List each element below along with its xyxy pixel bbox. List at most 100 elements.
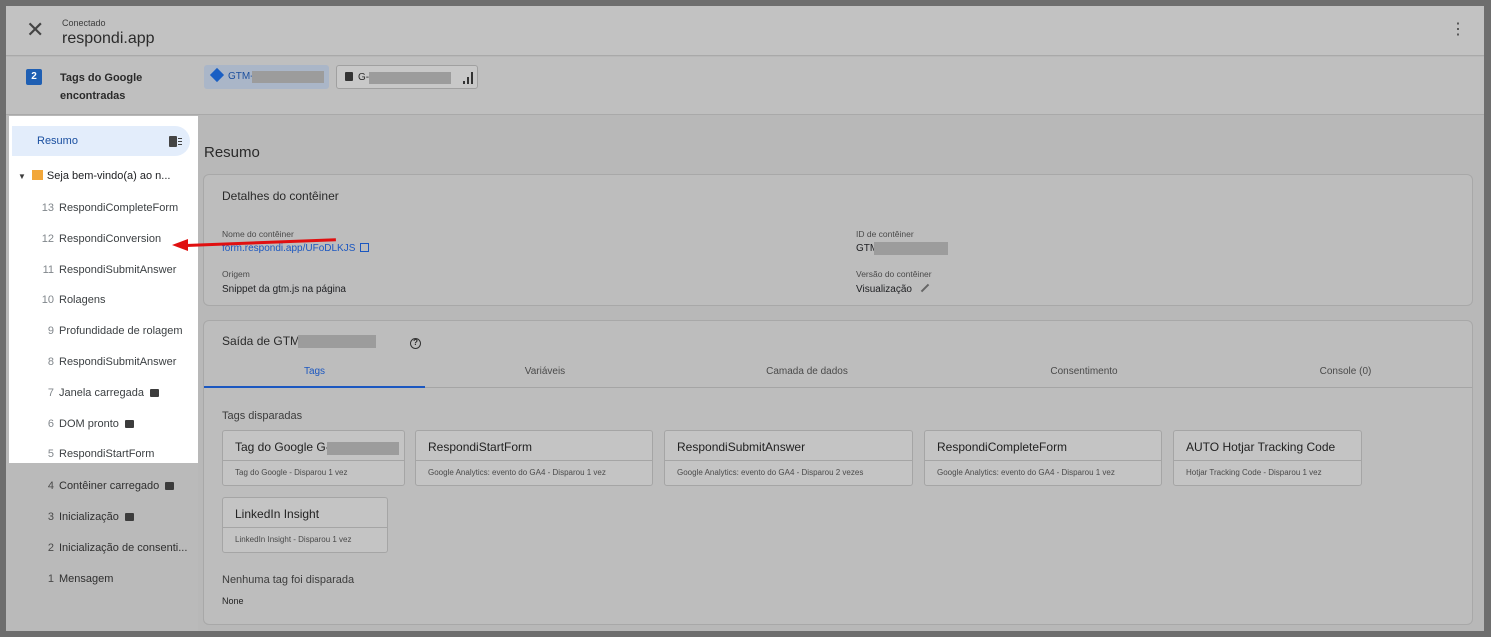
origin-label: Origem xyxy=(222,269,250,279)
sidebar-event-8[interactable]: 8 RespondiSubmitAnswer xyxy=(36,356,177,368)
tag-card-hotjar[interactable]: AUTO Hotjar Tracking Code Hotjar Trackin… xyxy=(1173,430,1362,486)
tag-subtitle: Hotjar Tracking Code - Disparou 1 vez xyxy=(1174,460,1361,484)
tag-subtitle: Tag do Google - Disparou 1 vez xyxy=(223,460,404,484)
redaction-bar xyxy=(874,242,948,255)
group-label: Seja bem-vindo(a) ao n... xyxy=(46,170,171,182)
tag-card-start-form[interactable]: RespondiStartForm Google Analytics: even… xyxy=(415,430,653,486)
event-label: DOM pronto xyxy=(59,418,119,430)
sidebar-event-10[interactable]: 10 Rolagens xyxy=(36,294,106,306)
site-title: respondi.app xyxy=(62,30,155,47)
tab-tags[interactable]: Tags xyxy=(204,355,425,388)
tab-consent[interactable]: Consentimento xyxy=(949,355,1219,388)
event-label: Inicialização de consenti... xyxy=(59,542,188,554)
builtin-event-icon xyxy=(124,420,134,428)
event-label: RespondiConversion xyxy=(59,233,162,245)
event-label: RespondiStartForm xyxy=(59,448,155,460)
close-icon[interactable]: ✕ xyxy=(26,19,44,41)
tag-card-linkedin[interactable]: LinkedIn Insight LinkedIn Insight - Disp… xyxy=(222,497,388,553)
tab-data-layer[interactable]: Camada de dados xyxy=(665,355,949,388)
sidebar-event-6[interactable]: 6 DOM pronto xyxy=(36,418,134,430)
container-details-card: Detalhes do contêiner Nome do contêiner … xyxy=(203,174,1473,306)
gtm-container-chip[interactable]: GTM-\ xyxy=(204,65,329,89)
help-icon[interactable]: ? xyxy=(410,338,422,349)
gtm-output-card: Saída de GTM-? Tags Variáveis Camada de … xyxy=(203,320,1473,625)
event-number: 12 xyxy=(41,233,54,245)
tag-title: RespondiStartForm xyxy=(428,440,533,454)
event-number: 8 xyxy=(47,356,54,368)
tab-console[interactable]: Console (0) xyxy=(1219,355,1472,388)
event-number: 11 xyxy=(42,264,54,276)
tag-subtitle: LinkedIn Insight - Disparou 1 vez xyxy=(223,527,387,551)
tag-card-google-tag[interactable]: Tag do Google G- Tag do Google - Disparo… xyxy=(222,430,405,486)
lock-icon xyxy=(345,72,353,81)
card-title: Detalhes do contêiner xyxy=(222,189,339,203)
event-number: 1 xyxy=(47,573,54,585)
sidebar-event-12[interactable]: 12 RespondiConversion xyxy=(36,233,161,245)
tab-variables[interactable]: Variáveis xyxy=(425,355,665,388)
ga-chip-label: G- xyxy=(358,72,370,83)
redaction-bar xyxy=(369,72,451,84)
builtin-event-icon xyxy=(165,482,175,490)
origin-value: Snippet da gtm.js na página xyxy=(222,284,346,295)
event-number: 13 xyxy=(41,202,54,214)
event-label: RespondiSubmitAnswer xyxy=(59,264,177,276)
tag-title: RespondiSubmitAnswer xyxy=(677,440,806,454)
sidebar-event-1[interactable]: 1 Mensagem xyxy=(36,573,114,585)
output-title-text: Saída de GTM- xyxy=(222,334,305,348)
external-link-icon xyxy=(360,243,370,252)
caret-down-icon[interactable]: ▼ xyxy=(18,172,26,181)
event-number: 6 xyxy=(47,418,54,430)
annotation-arrow-head xyxy=(172,239,188,251)
version-text: Visualização xyxy=(856,284,912,295)
redaction-bar xyxy=(327,442,399,455)
not-fired-tags-label: Nenhuma tag foi disparada xyxy=(222,574,355,586)
event-number: 7 xyxy=(47,387,54,399)
tag-card-complete-form[interactable]: RespondiCompleteForm Google Analytics: e… xyxy=(924,430,1162,486)
builtin-event-icon xyxy=(150,389,160,397)
sidebar-highlight-area xyxy=(9,116,198,463)
event-label: Rolagens xyxy=(59,294,106,306)
sidebar-event-11[interactable]: 11 RespondiSubmitAnswer xyxy=(36,264,177,276)
event-label: Contêiner carregado xyxy=(59,480,160,492)
more-menu-icon[interactable]: ⋮ xyxy=(1450,22,1466,38)
tags-found-label: Tags do Google encontradas xyxy=(60,72,143,102)
event-label: RespondiCompleteForm xyxy=(59,202,179,214)
tag-card-submit-answer[interactable]: RespondiSubmitAnswer Google Analytics: e… xyxy=(664,430,913,486)
event-label: Profundidade de rolagem xyxy=(59,325,183,337)
debug-window: ✕ Conectado respondi.app ⋮ 2 Tags do Goo… xyxy=(6,6,1484,631)
event-label: Inicialização xyxy=(59,511,119,523)
sidebar-item-summary[interactable]: Resumo xyxy=(12,126,190,156)
tag-title: LinkedIn Insight xyxy=(235,507,320,521)
gtm-diamond-icon xyxy=(209,67,225,83)
event-number: 2 xyxy=(47,542,54,554)
fired-tags-label: Tags disparadas xyxy=(222,410,303,422)
sidebar-event-2[interactable]: 2 Inicialização de consenti... xyxy=(36,542,188,554)
builtin-event-icon xyxy=(124,513,134,521)
sidebar-event-3[interactable]: 3 Inicialização xyxy=(36,511,134,523)
connection-status: Conectado xyxy=(62,18,106,28)
not-fired-tags-value: None xyxy=(222,596,244,606)
sidebar-event-7[interactable]: 7 Janela carregada xyxy=(36,387,160,399)
analytics-bars-icon xyxy=(463,72,475,84)
sidebar-event-9[interactable]: 9 Profundidade de rolagem xyxy=(36,325,183,337)
event-number: 10 xyxy=(41,294,54,306)
event-label: Janela carregada xyxy=(59,387,145,399)
tag-subtitle: Google Analytics: evento do GA4 - Dispar… xyxy=(665,460,912,484)
edit-icon[interactable] xyxy=(920,283,930,293)
tag-title: Tag do Google G- xyxy=(235,440,330,454)
event-number: 4 xyxy=(47,480,54,492)
container-id-label: ID de contêiner xyxy=(856,229,914,239)
clear-list-icon[interactable] xyxy=(169,135,182,147)
sidebar-event-13[interactable]: 13 RespondiCompleteForm xyxy=(36,202,178,214)
header-bar: ✕ Conectado respondi.app ⋮ xyxy=(6,6,1484,56)
sidebar-event-5[interactable]: 5 RespondiStartForm xyxy=(36,448,155,460)
sidebar-page-group[interactable]: ▼ Seja bem-vindo(a) ao n... xyxy=(18,170,170,182)
output-tabs: Tags Variáveis Camada de dados Consentim… xyxy=(204,355,1472,388)
event-number: 3 xyxy=(47,511,54,523)
ga-tag-chip[interactable]: G- xyxy=(336,65,478,89)
sidebar-event-4[interactable]: 4 Contêiner carregado xyxy=(36,480,175,492)
event-number: 5 xyxy=(47,448,54,460)
tag-count-badge: 2 xyxy=(26,69,42,85)
event-number: 9 xyxy=(47,325,54,337)
event-label: Mensagem xyxy=(59,573,114,585)
